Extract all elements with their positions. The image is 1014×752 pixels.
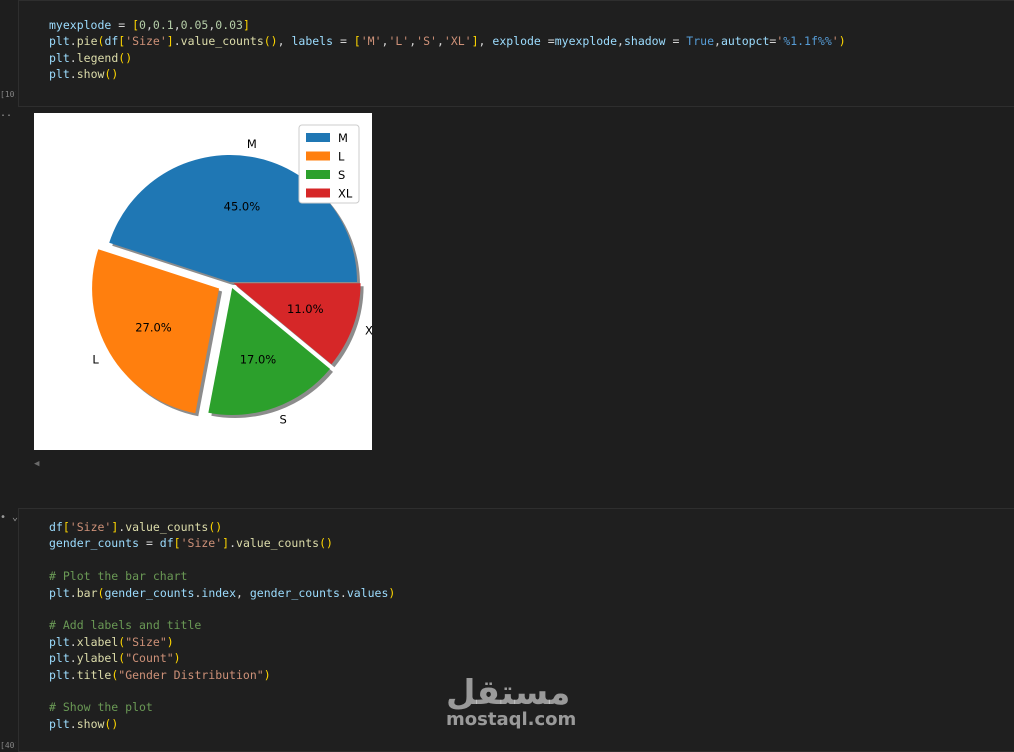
watermark-latin: mostaql.com xyxy=(446,709,577,730)
code-line[interactable]: df['Size'].value_counts() xyxy=(49,519,1014,535)
code-line[interactable]: gender_counts = df['Size'].value_counts(… xyxy=(49,535,1014,551)
code-line[interactable]: plt.show() xyxy=(49,66,1014,82)
code-line[interactable]: ​ xyxy=(49,552,1014,568)
code-editor[interactable]: myexplode = [0,0.1,0.05,0.03] plt.pie(df[… xyxy=(19,1,1014,83)
watermark-arabic: مستقل xyxy=(446,673,571,713)
pie-pct-label: 27.0% xyxy=(135,320,172,334)
code-line[interactable]: # Plot the bar chart xyxy=(49,568,1014,584)
legend-label: S xyxy=(338,168,345,182)
legend-swatch xyxy=(306,151,330,161)
collapse-cell-icon[interactable]: • ⌄ xyxy=(0,512,18,523)
watermark-logo: مستقل mostaql.com xyxy=(446,673,577,730)
code-cell-pie[interactable]: myexplode = [0,0.1,0.05,0.03] plt.pie(df[… xyxy=(18,0,1014,107)
pie-category-label: XL xyxy=(365,324,372,338)
execution-count: [10] xyxy=(0,90,16,99)
legend-label: M xyxy=(338,131,348,145)
pie-chart: 45.0%M27.0%L17.0%S11.0%XLMLSXL xyxy=(92,124,372,426)
pie-category-label: S xyxy=(279,412,286,426)
legend-swatch xyxy=(306,188,330,198)
pie-category-label: L xyxy=(92,353,99,367)
code-line[interactable]: plt.pie(df['Size'].value_counts(), label… xyxy=(49,33,1014,49)
code-line[interactable]: plt.bar(gender_counts.index, gender_coun… xyxy=(49,585,1014,601)
legend-swatch xyxy=(306,133,330,142)
code-line[interactable]: plt.xlabel("Size") xyxy=(49,634,1014,650)
output-menu-icon[interactable]: .. xyxy=(0,108,12,119)
pie-chart-output: 45.0%M27.0%L17.0%S11.0%XLMLSXL xyxy=(34,113,372,450)
execution-count: [40] xyxy=(0,741,16,750)
pie-category-label: M xyxy=(247,137,257,151)
code-line[interactable]: myexplode = [0,0.1,0.05,0.03] xyxy=(49,17,1014,33)
code-line[interactable]: plt.ylabel("Count") xyxy=(49,650,1014,666)
pie-pct-label: 11.0% xyxy=(287,302,324,316)
pie-pct-label: 45.0% xyxy=(224,200,261,214)
output-scroll-left-icon[interactable]: ◀ xyxy=(34,459,39,469)
code-line[interactable]: # Add labels and title xyxy=(49,617,1014,633)
code-line[interactable]: plt.legend() xyxy=(49,50,1014,66)
pie-pct-label: 17.0% xyxy=(240,353,277,367)
legend-label: XL xyxy=(338,187,353,201)
legend-swatch xyxy=(306,170,330,179)
code-line[interactable]: ​ xyxy=(49,601,1014,617)
legend-label: L xyxy=(338,150,345,164)
